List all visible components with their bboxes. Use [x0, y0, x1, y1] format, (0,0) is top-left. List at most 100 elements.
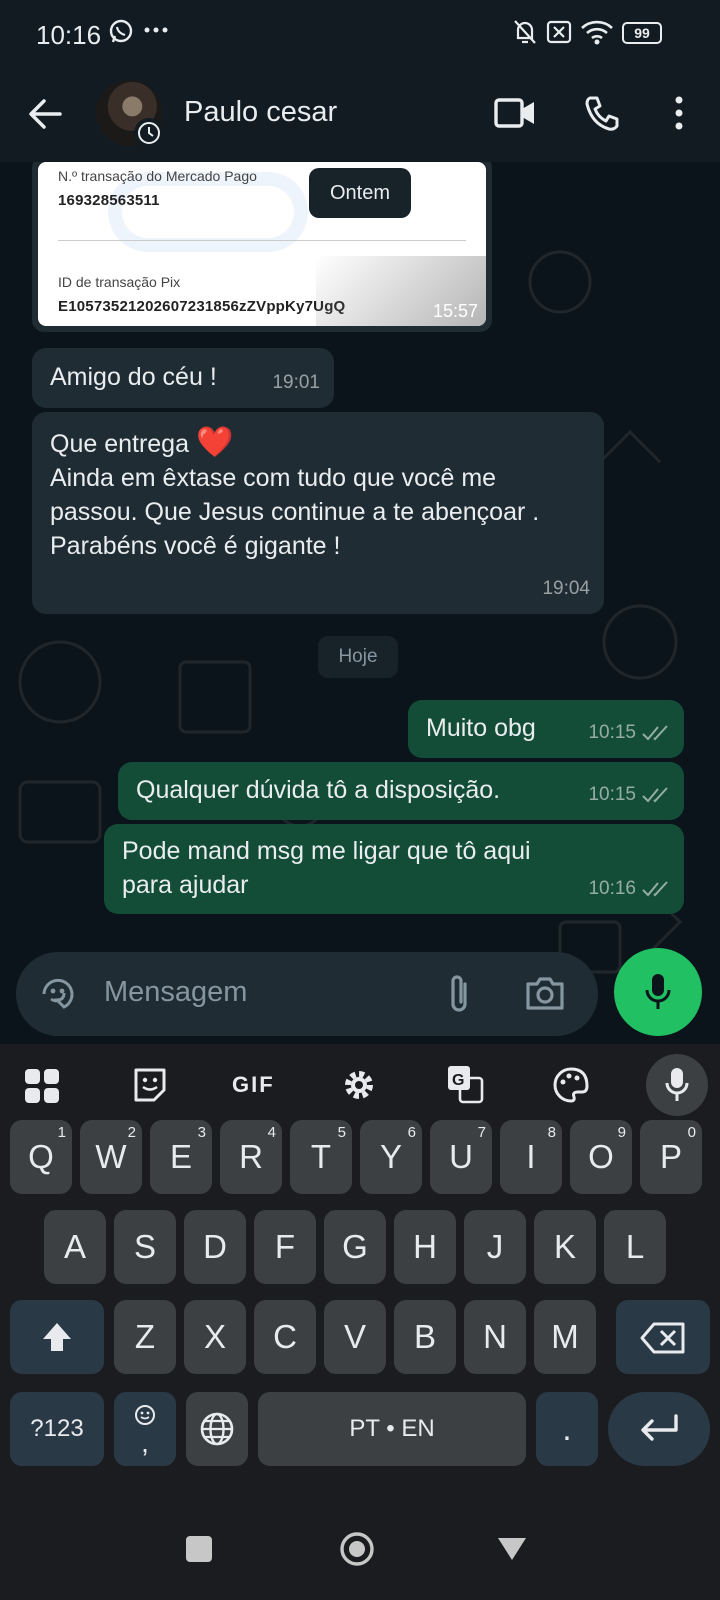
receipt-label-transaction: N.º transação do Mercado Pago — [58, 168, 257, 184]
sim-x-icon — [546, 20, 572, 44]
voice-icon — [665, 1068, 689, 1101]
key-p[interactable]: P0 — [640, 1120, 702, 1194]
message-bubble-incoming[interactable]: Que entrega ❤️ Ainda em êxtase com tudo … — [32, 412, 604, 614]
language-key[interactable] — [186, 1392, 248, 1466]
palette-icon[interactable] — [552, 1066, 590, 1104]
message-bubble-outgoing[interactable]: Muito obg 10:15 — [408, 700, 684, 758]
key-g[interactable]: G — [324, 1210, 386, 1284]
overflow-menu-icon[interactable] — [674, 96, 684, 130]
mute-icon — [514, 20, 536, 44]
message-input-placeholder[interactable]: Mensagem — [104, 976, 247, 1009]
key-label: R — [239, 1138, 263, 1175]
key-label: O — [588, 1138, 614, 1175]
voice-record-button[interactable] — [614, 948, 702, 1036]
enter-key[interactable] — [608, 1392, 710, 1466]
battery-icon: 99 — [622, 22, 662, 44]
message-text: Muito obg — [426, 714, 536, 742]
key-s[interactable]: S — [114, 1210, 176, 1284]
message-meta: 10:15 — [588, 778, 670, 812]
message-bubble-outgoing[interactable]: Qualquer dúvida tô a disposição. 10:15 — [118, 762, 684, 820]
back-nav-icon[interactable] — [496, 1536, 528, 1562]
key-hint: 4 — [267, 1124, 276, 1141]
backspace-icon — [640, 1322, 685, 1354]
key-v[interactable]: V — [324, 1300, 386, 1374]
back-arrow-icon[interactable] — [24, 92, 68, 136]
date-chip-yesterday: Ontem — [309, 168, 411, 218]
key-r[interactable]: R4 — [220, 1120, 282, 1194]
key-i[interactable]: I8 — [500, 1120, 562, 1194]
key-l[interactable]: L — [604, 1210, 666, 1284]
key-m[interactable]: M — [534, 1300, 596, 1374]
key-b[interactable]: B — [394, 1300, 456, 1374]
shift-key[interactable] — [10, 1300, 104, 1374]
key-hint: 3 — [197, 1124, 206, 1141]
chat-area[interactable]: N.º transação do Mercado Pago 1693285635… — [0, 162, 720, 1042]
key-label: I — [526, 1138, 536, 1175]
message-text: Pode mand msg me ligar que tô aqui para … — [122, 837, 531, 899]
double-check-icon — [642, 787, 668, 803]
key-hint: 5 — [337, 1124, 346, 1141]
key-y[interactable]: Y6 — [360, 1120, 422, 1194]
voice-input-button[interactable] — [646, 1054, 708, 1116]
image-message[interactable]: N.º transação do Mercado Pago 1693285635… — [32, 162, 492, 332]
keyboard: GIF G Q1W2E3R4T5Y6U7I8O9P0 ASDFGHJKL ZXC… — [0, 1044, 720, 1600]
symbols-key[interactable]: ?123 — [10, 1392, 104, 1466]
key-e[interactable]: E3 — [150, 1120, 212, 1194]
home-icon[interactable] — [338, 1530, 376, 1568]
contact-name[interactable]: Paulo cesar — [184, 96, 337, 129]
recents-icon[interactable] — [186, 1536, 212, 1562]
key-q[interactable]: Q1 — [10, 1120, 72, 1194]
message-text: Qualquer dúvida tô a disposição. — [136, 776, 501, 804]
key-u[interactable]: U7 — [430, 1120, 492, 1194]
message-first-line: Que entrega ❤️ — [50, 426, 570, 461]
key-hint: 2 — [127, 1124, 136, 1141]
message-time: 10:15 — [588, 784, 636, 805]
message-text: Amigo do céu ! — [50, 363, 217, 391]
key-k[interactable]: K — [534, 1210, 596, 1284]
key-h[interactable]: H — [394, 1210, 456, 1284]
camera-icon[interactable] — [524, 974, 566, 1012]
key-n[interactable]: N — [464, 1300, 526, 1374]
enter-icon — [641, 1414, 678, 1441]
receipt-label-pix: ID de transação Pix — [58, 274, 181, 290]
receipt-divider — [58, 240, 466, 241]
key-label: T — [310, 1138, 332, 1175]
key-a[interactable]: A — [44, 1210, 106, 1284]
apps-grid-icon[interactable] — [24, 1068, 60, 1104]
gif-icon[interactable]: GIF — [232, 1072, 275, 1098]
message-time: 15:57 — [432, 301, 478, 321]
video-call-icon[interactable] — [494, 96, 536, 130]
space-key[interactable]: PT • EN — [258, 1392, 526, 1466]
key-t[interactable]: T5 — [290, 1120, 352, 1194]
key-label: P — [659, 1138, 682, 1175]
message-bubble-outgoing[interactable]: Pode mand msg me ligar que tô aqui para … — [104, 824, 684, 914]
payment-receipt-image[interactable]: N.º transação do Mercado Pago 1693285635… — [38, 162, 486, 326]
key-hint: 6 — [407, 1124, 416, 1141]
key-d[interactable]: D — [184, 1210, 246, 1284]
emoji-comma-key[interactable]: , — [114, 1392, 176, 1466]
attach-icon[interactable] — [444, 972, 474, 1016]
message-bubble-incoming[interactable]: Amigo do céu ! 19:01 — [32, 348, 334, 408]
sticker-icon[interactable] — [132, 1066, 168, 1104]
key-hint: 0 — [687, 1124, 696, 1141]
key-z[interactable]: Z — [114, 1300, 176, 1374]
status-bar: 10:16 99 — [0, 0, 720, 66]
message-input-bar[interactable]: Mensagem — [16, 952, 598, 1036]
message-meta: 19:01 — [272, 366, 320, 400]
key-w[interactable]: W2 — [80, 1120, 142, 1194]
backspace-key[interactable] — [616, 1300, 710, 1374]
key-c[interactable]: C — [254, 1300, 316, 1374]
key-o[interactable]: O9 — [570, 1120, 632, 1194]
sticker-icon[interactable] — [38, 974, 78, 1014]
period-key[interactable]: . — [536, 1392, 598, 1466]
key-label: E — [169, 1138, 192, 1175]
key-x[interactable]: X — [184, 1300, 246, 1374]
svg-text:G: G — [452, 1072, 464, 1089]
key-f[interactable]: F — [254, 1210, 316, 1284]
key-hint: 9 — [617, 1124, 626, 1141]
comma-label: , — [141, 1427, 149, 1458]
message-time: 19:01 — [272, 372, 320, 393]
key-j[interactable]: J — [464, 1210, 526, 1284]
phone-call-icon[interactable] — [584, 94, 620, 132]
message-text: Ainda em êxtase com tudo que você me pas… — [50, 464, 540, 560]
